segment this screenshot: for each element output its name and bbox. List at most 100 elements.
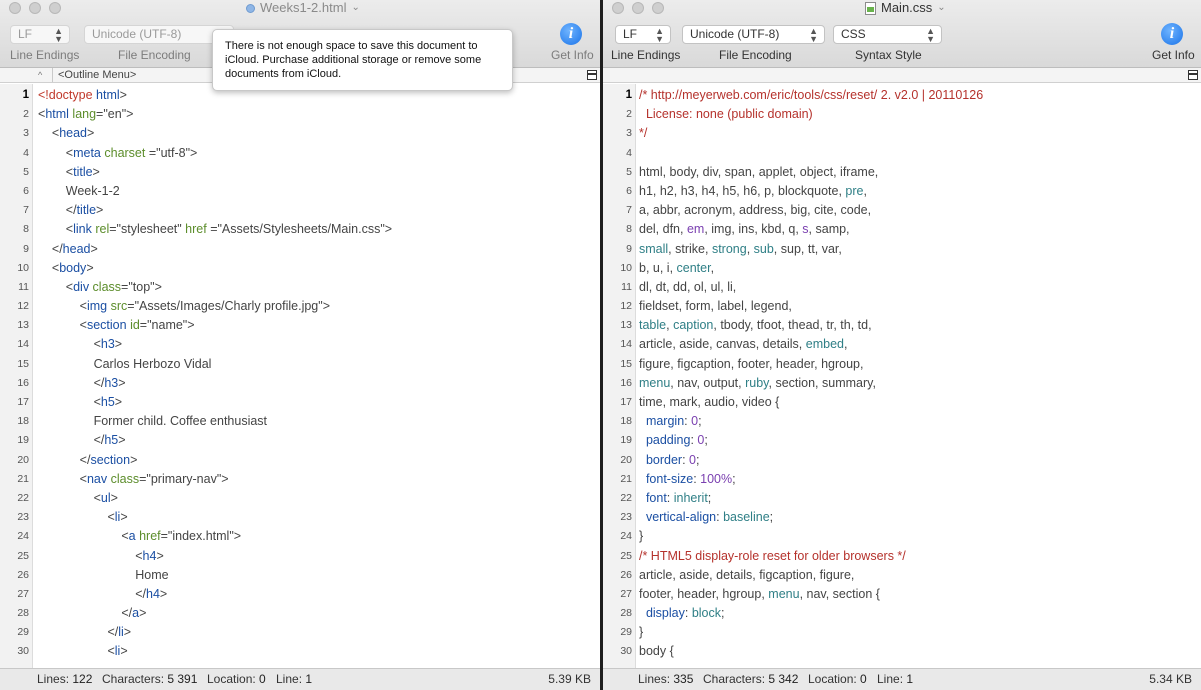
code-token: ,: [863, 183, 867, 198]
code-line[interactable]: 1 /* http://meyerweb.com/eric/tools/css/r…: [603, 86, 1201, 105]
code-line[interactable]: 18 margin: 0;: [603, 412, 1201, 431]
code-line[interactable]: 4: [603, 144, 1201, 163]
code-line[interactable]: 27 </h4>: [0, 585, 600, 604]
code-line[interactable]: 15 Carlos Herbozo Vidal: [0, 355, 600, 374]
code-token: ;: [707, 490, 712, 505]
code-line[interactable]: 24 <a href="index.html">: [0, 527, 600, 546]
code-line[interactable]: 21 <nav class="primary-nav">: [0, 470, 600, 489]
code-line[interactable]: 5 <title>: [0, 163, 600, 182]
code-line[interactable]: 20 border: 0;: [603, 451, 1201, 470]
zoom-button[interactable]: [49, 2, 61, 14]
code-line[interactable]: 26 Home: [0, 566, 600, 585]
code-token: <: [38, 126, 60, 141]
code-text: margin: 0;: [639, 412, 702, 431]
code-line[interactable]: 14 article, aside, canvas, details, embed…: [603, 335, 1201, 354]
code-line[interactable]: 7 a, abbr, acronym, address, big, cite, c…: [603, 201, 1201, 220]
code-line[interactable]: 26 article, aside, details, figcaption, f…: [603, 566, 1201, 585]
code-line[interactable]: 10 <body>: [0, 259, 600, 278]
code-line[interactable]: 11 <div class="top">: [0, 278, 600, 297]
code-line[interactable]: 19 padding: 0;: [603, 431, 1201, 450]
code-line[interactable]: 13 table, caption, tbody, tfoot, thead, t…: [603, 316, 1201, 335]
code-line[interactable]: 16 </h3>: [0, 374, 600, 393]
code-line[interactable]: 8 <link rel="stylesheet" href ="Assets/S…: [0, 220, 600, 239]
code-line[interactable]: 30 <li>: [0, 642, 600, 661]
code-line[interactable]: 17 <h5>: [0, 393, 600, 412]
code-line[interactable]: 16 menu, nav, output, ruby, section, summ…: [603, 374, 1201, 393]
code-line[interactable]: 23 <li>: [0, 508, 600, 527]
code-line[interactable]: 13 <section id="name">: [0, 316, 600, 335]
code-line[interactable]: 21 font-size: 100%;: [603, 470, 1201, 489]
code-token: */: [639, 126, 648, 141]
code-line[interactable]: 14 <h3>: [0, 335, 600, 354]
line-endings-popup[interactable]: LF ▲ ▼: [10, 25, 70, 44]
code-line[interactable]: 24}: [603, 527, 1201, 546]
code-line[interactable]: 22 <ul>: [0, 489, 600, 508]
line-number: 26: [17, 568, 29, 581]
code-text: </h3>: [38, 374, 126, 393]
code-line[interactable]: 19 </h5>: [0, 431, 600, 450]
code-line[interactable]: 29 </li>: [0, 623, 600, 642]
file-encoding-popup[interactable]: Unicode (UTF-8) ▲ ▼: [682, 25, 825, 44]
window-title[interactable]: Main.css ⌄: [865, 0, 946, 16]
code-line[interactable]: 23 vertical-align: baseline;: [603, 508, 1201, 527]
window-title[interactable]: Weeks1-2.html ⌄: [246, 0, 360, 16]
code-line[interactable]: 15 figure, figcaption, footer, header, hg…: [603, 355, 1201, 374]
line-endings-popup[interactable]: LF ▲ ▼: [615, 25, 671, 44]
line-number: 11: [621, 280, 632, 293]
code-line[interactable]: 11 dl, dt, dd, ol, ul, li,: [603, 278, 1201, 297]
code-line[interactable]: 6 h1, h2, h3, h4, h5, h6, p, blockquote, …: [603, 182, 1201, 201]
code-line[interactable]: 5 html, body, div, span, applet, object, …: [603, 163, 1201, 182]
get-info-label[interactable]: Get Info: [1152, 48, 1195, 62]
code-text: <h3>: [38, 335, 123, 354]
code-token: small: [639, 241, 669, 256]
code-line[interactable]: 17 time, mark, audio, video {: [603, 393, 1201, 412]
code-text: <img src="Assets/Images/Charly profile.j…: [38, 297, 330, 316]
code-line[interactable]: 3 */: [603, 124, 1201, 143]
code-token: <: [38, 644, 115, 659]
code-line[interactable]: 25 <h4>: [0, 547, 600, 566]
code-line[interactable]: 29}: [603, 623, 1201, 642]
code-line[interactable]: 9 </head>: [0, 240, 600, 259]
outline-menu[interactable]: <Outline Menu>: [58, 68, 136, 82]
code-line[interactable]: 2 <html lang="en">: [0, 105, 600, 124]
close-button[interactable]: [9, 2, 21, 14]
get-info-label[interactable]: Get Info: [551, 48, 594, 62]
info-icon[interactable]: i: [1161, 23, 1183, 45]
code-line[interactable]: 20 </section>: [0, 451, 600, 470]
code-line[interactable]: 18 Former child. Coffee enthusiast: [0, 412, 600, 431]
code-line[interactable]: 6 Week-1-2: [0, 182, 600, 201]
info-icon[interactable]: i: [560, 23, 582, 45]
code-token: ="utf-8">: [148, 145, 198, 160]
split-view-icon[interactable]: [1188, 70, 1198, 80]
line-endings-value: LF: [623, 27, 638, 41]
code-line[interactable]: 12 <img src="Assets/Images/Charly profil…: [0, 297, 600, 316]
code-line[interactable]: 8 del, dfn, em, img, ins, kbd, q, s, samp…: [603, 220, 1201, 239]
code-text: menu, nav, output, ruby, section, summar…: [639, 374, 876, 393]
code-line[interactable]: 30 body {: [603, 642, 1201, 661]
code-line[interactable]: 10 b, u, i, center,: [603, 259, 1201, 278]
code-line[interactable]: 22 font: inherit;: [603, 489, 1201, 508]
code-text: small, strike, strong, sub, sup, tt, var…: [639, 240, 842, 259]
line-number: 10: [620, 261, 632, 274]
code-line[interactable]: 28 </a>: [0, 604, 600, 623]
code-line[interactable]: 25 /* HTML5 display-role reset for older …: [603, 547, 1201, 566]
code-line[interactable]: 7 </title>: [0, 201, 600, 220]
code-line[interactable]: 4 <meta charset ="utf-8">: [0, 144, 600, 163]
syntax-style-popup[interactable]: CSS ▲ ▼: [833, 25, 942, 44]
minimize-button[interactable]: [632, 2, 644, 14]
code-token: h5: [100, 395, 115, 409]
code-token: head: [59, 126, 88, 141]
close-button[interactable]: [612, 2, 624, 14]
code-line[interactable]: 2 License: none (public domain): [603, 105, 1201, 124]
code-line[interactable]: 28 display: block;: [603, 604, 1201, 623]
code-line[interactable]: 9 small, strike, strong, sub, sup, tt, va…: [603, 240, 1201, 259]
code-line[interactable]: 12 fieldset, form, label, legend,: [603, 297, 1201, 316]
split-view-icon[interactable]: [587, 70, 597, 80]
code-editor[interactable]: 1 /* http://meyerweb.com/eric/tools/css/r…: [603, 86, 1201, 662]
chevron-up-icon[interactable]: ^: [38, 68, 42, 82]
code-line[interactable]: 27 footer, header, hgroup, menu, nav, sec…: [603, 585, 1201, 604]
zoom-button[interactable]: [652, 2, 664, 14]
minimize-button[interactable]: [29, 2, 41, 14]
code-editor[interactable]: 1 <!doctype html> 2 <html lang="en"> 3 <head…: [0, 86, 600, 662]
code-line[interactable]: 3 <head>: [0, 124, 600, 143]
